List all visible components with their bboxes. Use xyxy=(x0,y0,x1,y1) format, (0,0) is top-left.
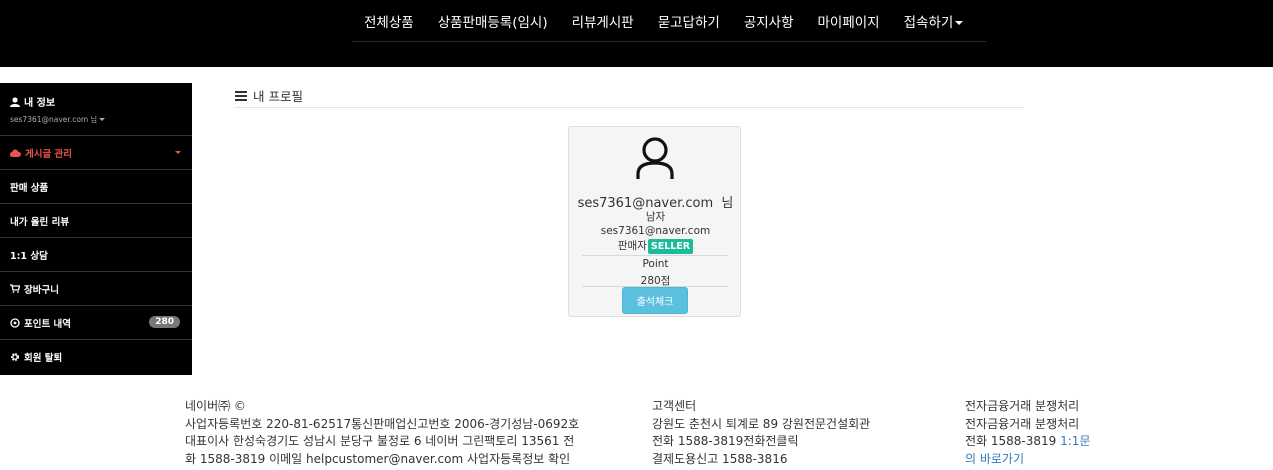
nav-mypage[interactable]: 마이페이지 xyxy=(806,11,892,31)
profile-gender: 남자 xyxy=(645,211,666,223)
user-icon xyxy=(10,96,20,107)
footer-dispute-phone-row: 전화 1588-3819 1:1문 xyxy=(965,433,1115,451)
sidebar-profile-email: ses7361@naver.com xyxy=(10,115,89,124)
profile-role: 판매자 xyxy=(617,240,647,252)
footer-inquiry-link-cont[interactable]: 의 바로가기 xyxy=(965,452,1024,466)
footer-contact: 화 1588-3819 이메일 helpcustomer@naver.com 사… xyxy=(185,451,571,466)
sidebar-item-cart[interactable]: 장바구니 xyxy=(0,272,192,306)
sidebar-item-label: 내가 올린 리뷰 xyxy=(10,216,70,228)
caret-down-icon xyxy=(99,118,106,121)
footer-dispute-phone: 전화 1588-3819 xyxy=(965,434,1061,448)
points-icon xyxy=(10,317,20,328)
sidebar-profile-title: 내 정보 xyxy=(24,98,56,109)
sidebar-profile-account[interactable]: ses7361@naver.com 님 xyxy=(10,114,192,125)
sidebar-item-withdraw[interactable]: 회원 탈퇴 xyxy=(0,340,192,374)
profile-email: ses7361@naver.com xyxy=(600,225,711,237)
list-icon xyxy=(235,90,247,101)
footer-inquiry-link[interactable]: 1:1문 xyxy=(1060,434,1090,448)
page-title: 내 프로필 xyxy=(253,89,303,104)
user-avatar-icon xyxy=(636,137,674,179)
footer-cs-title: 고객센터 xyxy=(652,399,697,413)
point-label: Point xyxy=(642,258,669,270)
footer-company-info: 네이버㈜ © 사업자등록번호 220-81-62517통신판매업신고번호 200… xyxy=(185,398,579,468)
sidebar-profile-title-row: 내 정보 xyxy=(10,94,192,109)
footer-inquiry-link-row: 의 바로가기 xyxy=(965,451,1115,469)
sidebar-item-post-management[interactable]: 게시글 관리 xyxy=(0,136,192,170)
sidebar-profile-suffix: 님 xyxy=(90,115,98,124)
nav-all-products[interactable]: 전체상품 xyxy=(352,11,426,31)
footer-company-name: 네이버㈜ © xyxy=(185,399,246,413)
nav-review-board[interactable]: 리뷰게시판 xyxy=(560,11,646,31)
cloud-icon xyxy=(10,149,21,157)
footer-dispute-subtitle: 전자금융거래 분쟁처리 xyxy=(965,416,1080,431)
page-title-bar: 내 프로필 xyxy=(235,84,1024,108)
profile-card: ses7361@naver.com 님 남자 ses7361@naver.com… xyxy=(568,126,741,317)
top-navbar: 전체상품 상품판매등록(임시) 리뷰게시판 묻고답하기 공지사항 마이페이지 접… xyxy=(0,0,1273,67)
nav-product-register[interactable]: 상품판매등록(임시) xyxy=(426,11,560,31)
caret-down-icon xyxy=(955,20,964,25)
sidebar-item-label: 장바구니 xyxy=(24,284,59,296)
sidebar-item-label: 1:1 상담 xyxy=(10,250,48,262)
footer-cs-fraud: 결제도용신고 1588-3816 xyxy=(652,451,788,466)
sidebar-item-label: 판매 상품 xyxy=(10,182,49,194)
footer-cs-address: 강원도 춘천시 퇴계로 89 강원전문건설회관 xyxy=(652,416,871,431)
footer-customer-center: 고객센터 강원도 춘천시 퇴계로 89 강원전문건설회관 전화 1588-381… xyxy=(652,398,870,468)
gear-icon xyxy=(11,353,19,361)
sidebar-item-label: 게시글 관리 xyxy=(25,148,73,160)
seller-badge: SELLER xyxy=(647,239,694,254)
footer-business-number: 사업자등록번호 220-81-62517통신판매업신고번호 2006-경기성남-… xyxy=(185,416,580,431)
sidebar-item-points[interactable]: 포인트 내역 280 xyxy=(0,306,192,340)
nav-notice[interactable]: 공지사항 xyxy=(732,11,806,31)
main-menu: 전체상품 상품판매등록(임시) 리뷰게시판 묻고답하기 공지사항 마이페이지 접… xyxy=(352,0,986,42)
sidebar-item-sale-products[interactable]: 판매 상품 xyxy=(0,170,192,204)
cart-icon xyxy=(10,284,20,293)
footer-cs-phone: 전화 1588-3819전화전클릭 xyxy=(652,434,799,448)
sidebar-item-label: 회원 탈퇴 xyxy=(24,353,63,364)
profile-role-row: 판매자 SELLER xyxy=(569,238,742,254)
sidebar-item-my-reviews[interactable]: 내가 올린 리뷰 xyxy=(0,204,192,238)
footer-dispute: 전자금융거래 분쟁처리 전자금융거래 분쟁처리 전화 1588-3819 1:1… xyxy=(965,398,1115,468)
sidebar: 내 정보 ses7361@naver.com 님 게시글 관리 판매 상품 내가… xyxy=(0,83,192,375)
footer-address: 대표이사 한성숙경기도 성남시 분당구 불정로 6 네이버 그린팩토리 1356… xyxy=(185,434,575,448)
nav-qna[interactable]: 묻고답하기 xyxy=(646,11,732,31)
sidebar-profile: 내 정보 ses7361@naver.com 님 xyxy=(0,83,192,136)
attendance-check-button[interactable]: 출석체크 xyxy=(622,287,688,314)
points-badge: 280 xyxy=(149,316,180,328)
sidebar-item-label: 포인트 내역 xyxy=(24,318,72,330)
nav-login-dropdown[interactable]: 접속하기 xyxy=(892,11,976,31)
footer-dispute-title: 전자금융거래 분쟁처리 xyxy=(965,399,1080,413)
divider xyxy=(582,255,728,256)
caret-down-icon xyxy=(175,151,181,154)
nav-login-label: 접속하기 xyxy=(903,14,954,31)
sidebar-item-consultation[interactable]: 1:1 상담 xyxy=(0,238,192,272)
